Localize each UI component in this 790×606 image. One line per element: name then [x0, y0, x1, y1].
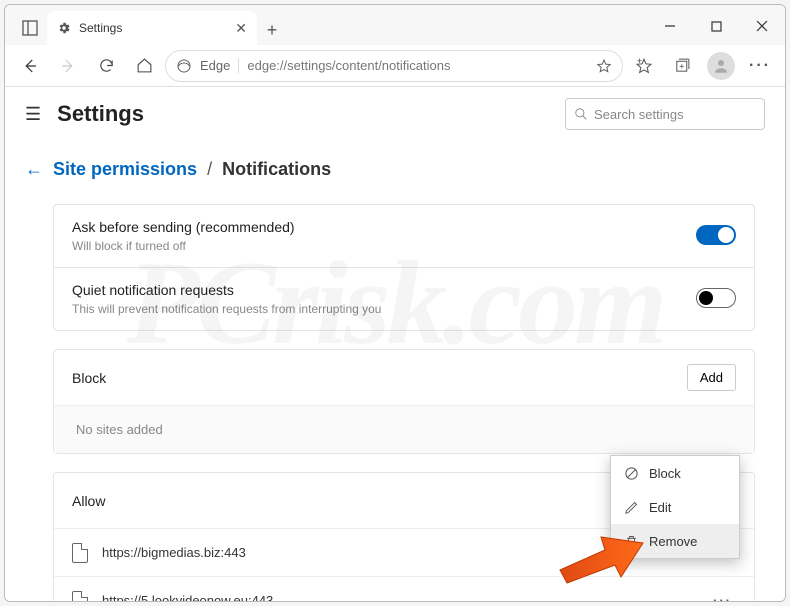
forward-button[interactable] [51, 49, 85, 83]
quiet-requests-toggle[interactable] [696, 288, 736, 308]
menu-button[interactable]: ··· [743, 49, 777, 83]
breadcrumb-current: Notifications [222, 159, 331, 180]
gear-icon [57, 21, 71, 35]
new-tab-button[interactable]: + [257, 15, 287, 45]
settings-menu-icon[interactable]: ☰ [25, 104, 41, 125]
breadcrumb-link[interactable]: Site permissions [53, 159, 197, 180]
search-input[interactable]: Search settings [565, 98, 765, 130]
close-window-button[interactable] [739, 7, 785, 45]
breadcrumb-back-icon[interactable]: ← [25, 159, 43, 180]
breadcrumb: ← Site permissions / Notifications [25, 159, 777, 180]
edge-logo-icon [176, 58, 192, 74]
breadcrumb-sep: / [207, 159, 212, 180]
file-icon [72, 543, 88, 563]
reload-button[interactable] [89, 49, 123, 83]
site-more-button[interactable]: ··· [709, 589, 736, 601]
favorite-icon[interactable] [596, 58, 612, 74]
ctx-remove-label: Remove [649, 534, 697, 549]
site-row: https://5.lookvideonow.eu:443 ··· [54, 576, 754, 601]
block-empty-text: No sites added [54, 405, 754, 453]
allow-section-title: Allow [72, 493, 105, 509]
browser-tab[interactable]: Settings ✕ [47, 11, 257, 45]
site-url: https://5.lookvideonow.eu:443 [102, 593, 273, 601]
site-url: https://bigmedias.biz:443 [102, 545, 246, 560]
ctx-edit[interactable]: Edit [611, 490, 739, 524]
maximize-button[interactable] [693, 7, 739, 45]
minimize-button[interactable] [647, 7, 693, 45]
ctx-block-label: Block [649, 466, 681, 481]
page-title: Settings [57, 101, 144, 127]
block-section-title: Block [72, 370, 106, 386]
home-button[interactable] [127, 49, 161, 83]
search-icon [574, 107, 588, 121]
setting-quiet-sub: This will prevent notification requests … [72, 302, 696, 316]
edge-label: Edge [200, 58, 239, 73]
annotation-arrow [555, 525, 645, 585]
close-tab-icon[interactable]: ✕ [235, 20, 247, 37]
tab-actions-icon[interactable] [13, 11, 47, 45]
tab-title: Settings [79, 21, 122, 35]
address-bar[interactable]: Edge edge://settings/content/notificatio… [165, 50, 623, 82]
back-button[interactable] [13, 49, 47, 83]
url-text: edge://settings/content/notifications [247, 58, 450, 73]
setting-ask-title: Ask before sending (recommended) [72, 219, 696, 235]
setting-ask-sub: Will block if turned off [72, 239, 696, 253]
block-icon [623, 465, 639, 481]
setting-quiet-title: Quiet notification requests [72, 282, 696, 298]
block-add-button[interactable]: Add [687, 364, 736, 391]
profile-button[interactable] [707, 52, 735, 80]
edit-icon [623, 499, 639, 515]
ask-before-sending-toggle[interactable] [696, 225, 736, 245]
ctx-block[interactable]: Block [611, 456, 739, 490]
search-placeholder: Search settings [594, 107, 684, 122]
file-icon [72, 591, 88, 602]
ctx-edit-label: Edit [649, 500, 671, 515]
favorites-button[interactable] [627, 49, 661, 83]
collections-button[interactable] [665, 49, 699, 83]
